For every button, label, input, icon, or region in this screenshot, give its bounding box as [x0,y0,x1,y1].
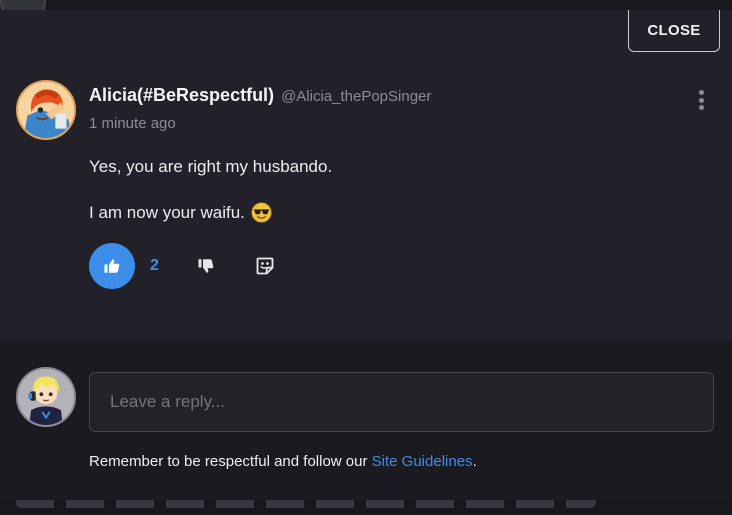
menu-dot [698,97,704,103]
author-line: Alicia(#BeRespectful) @Alicia_thePopSing… [89,85,431,106]
guidelines-notice-suffix: . [472,453,477,470]
comment-text: Yes, you are right my husbando. [89,157,333,176]
sticker-reaction-icon [256,257,274,275]
thumbs-down-icon [198,259,214,273]
sunglasses-face-emoji [251,202,272,223]
kebab-menu-icon[interactable] [690,88,712,112]
menu-dot [698,105,704,110]
author-name[interactable]: Alicia(#BeRespectful) [89,85,274,106]
thumbs-up-icon [104,259,120,273]
guidelines-notice: Remember to be respectful and follow our… [89,453,477,470]
comment-modal: CLOSE Alicia(#BeRespectful) @Alicia_theP… [0,10,732,500]
comment-card: Alicia(#BeRespectful) @Alicia_thePopSing… [0,70,732,340]
comment-timestamp: 1 minute ago [89,115,176,132]
guidelines-notice-text: Remember to be respectful and follow our [89,453,372,470]
current-user-avatar-image [18,369,74,425]
comment-paragraph: Yes, you are right my husbando. [89,157,332,177]
reaction-button[interactable] [249,250,281,282]
reply-section: Remember to be respectful and follow our… [0,341,732,500]
reply-input[interactable] [89,372,714,432]
site-guidelines-link[interactable]: Site Guidelines [372,453,473,470]
comment-text: I am now your waifu. [89,202,245,222]
comment-paragraph: I am now your waifu. [89,202,272,223]
author-handle[interactable]: @Alicia_thePopSinger [281,88,431,105]
like-count: 2 [150,257,159,274]
like-button[interactable] [89,243,135,289]
menu-dot [698,90,704,95]
author-avatar[interactable] [16,80,76,140]
comment-actions: 2 [89,243,281,289]
dislike-button[interactable] [190,250,222,282]
close-button[interactable]: CLOSE [628,10,720,52]
author-avatar-image [18,82,74,138]
current-user-avatar [16,367,76,427]
